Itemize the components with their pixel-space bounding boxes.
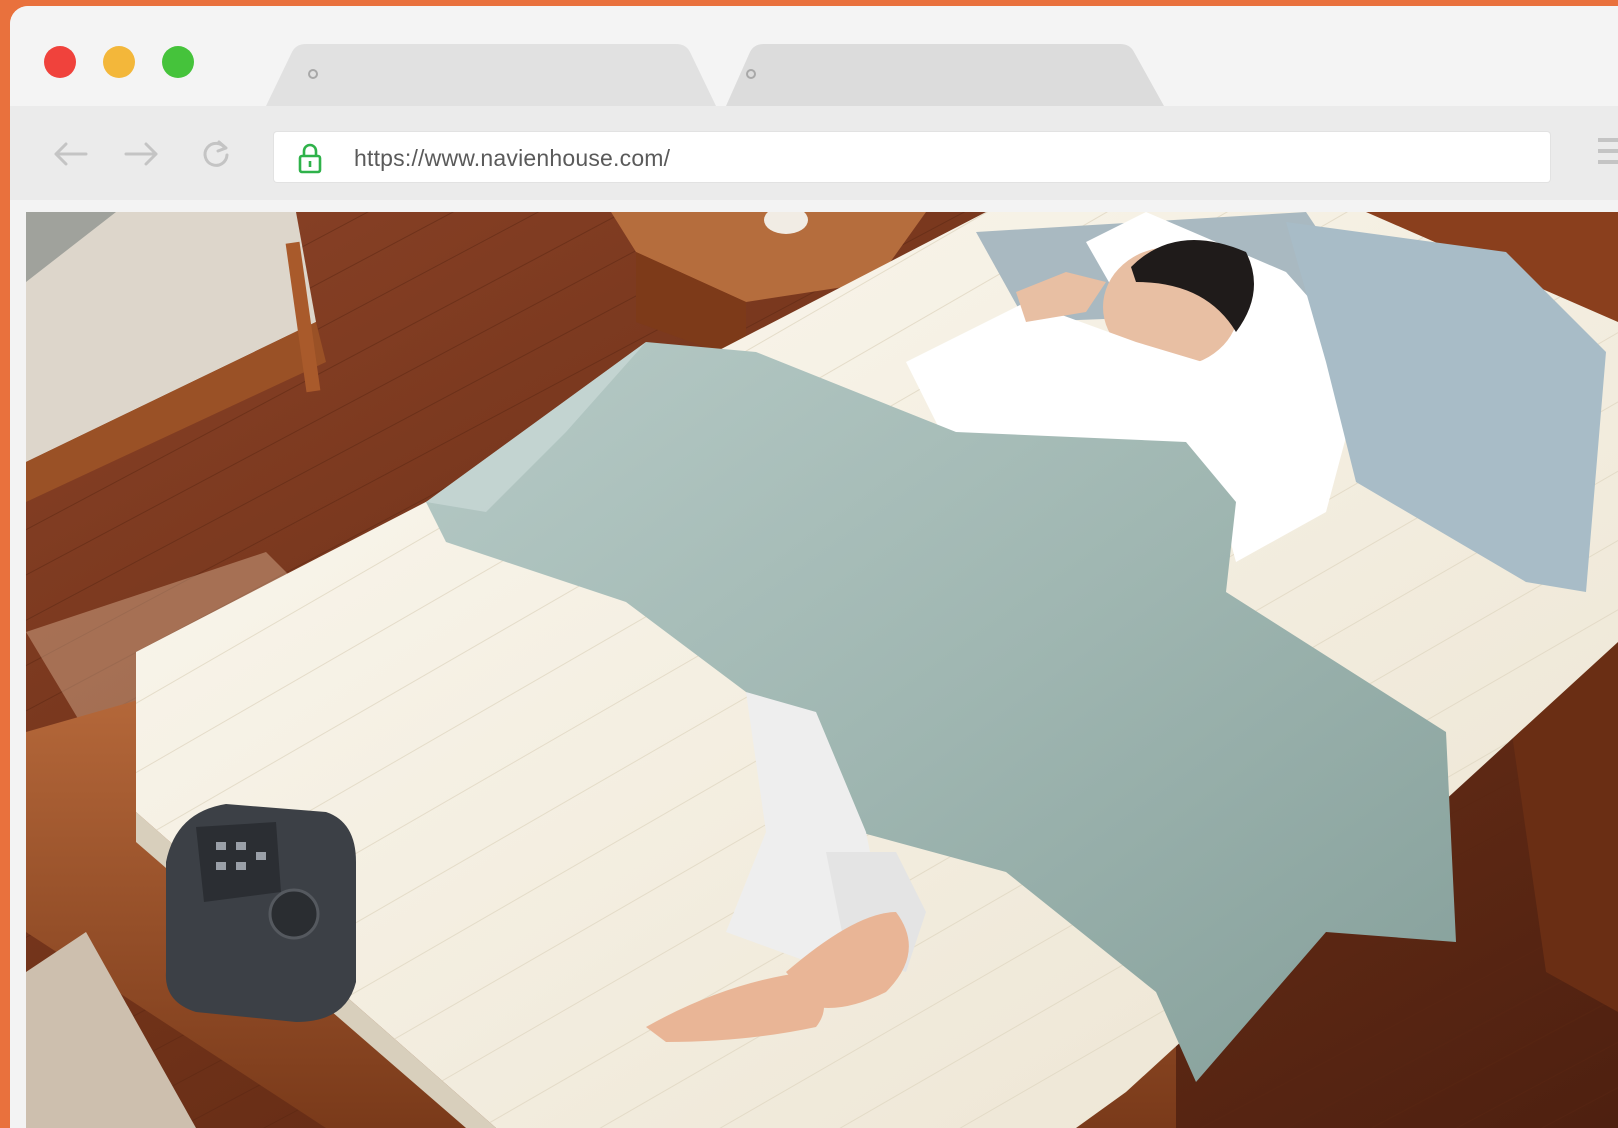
forward-button[interactable]: [122, 136, 162, 172]
mattress-control-unit: [165, 804, 356, 1022]
close-window-button[interactable]: [44, 46, 76, 78]
address-bar[interactable]: https://www.navienhouse.com/: [274, 132, 1550, 182]
reload-icon: [203, 140, 229, 167]
menu-button[interactable]: [1598, 138, 1618, 168]
back-arrow-icon: [54, 142, 88, 166]
lock-icon: [298, 143, 322, 174]
back-button[interactable]: [50, 136, 90, 172]
browser-toolbar: https://www.navienhouse.com/: [10, 106, 1618, 200]
tab-shape: [266, 44, 716, 106]
browser-tab-1[interactable]: [266, 44, 736, 106]
tab-shape: [726, 44, 1164, 106]
tab-strip: [10, 6, 1618, 106]
menu-bar: [1598, 160, 1618, 164]
browser-tab-2[interactable]: [726, 44, 1200, 106]
tab-favicon-icon: [746, 69, 756, 79]
browser-window: https://www.navienhouse.com/: [10, 6, 1618, 1128]
reload-button[interactable]: [196, 136, 236, 172]
url-text: https://www.navienhouse.com/: [354, 145, 671, 171]
minimize-window-button[interactable]: [103, 46, 135, 78]
menu-bar: [1598, 138, 1618, 142]
hero-photo: [26, 212, 1618, 1128]
maximize-window-button[interactable]: [162, 46, 194, 78]
page-content: [26, 212, 1618, 1128]
forward-arrow-icon: [124, 142, 158, 166]
menu-bar: [1598, 149, 1618, 153]
tab-favicon-icon: [308, 69, 318, 79]
